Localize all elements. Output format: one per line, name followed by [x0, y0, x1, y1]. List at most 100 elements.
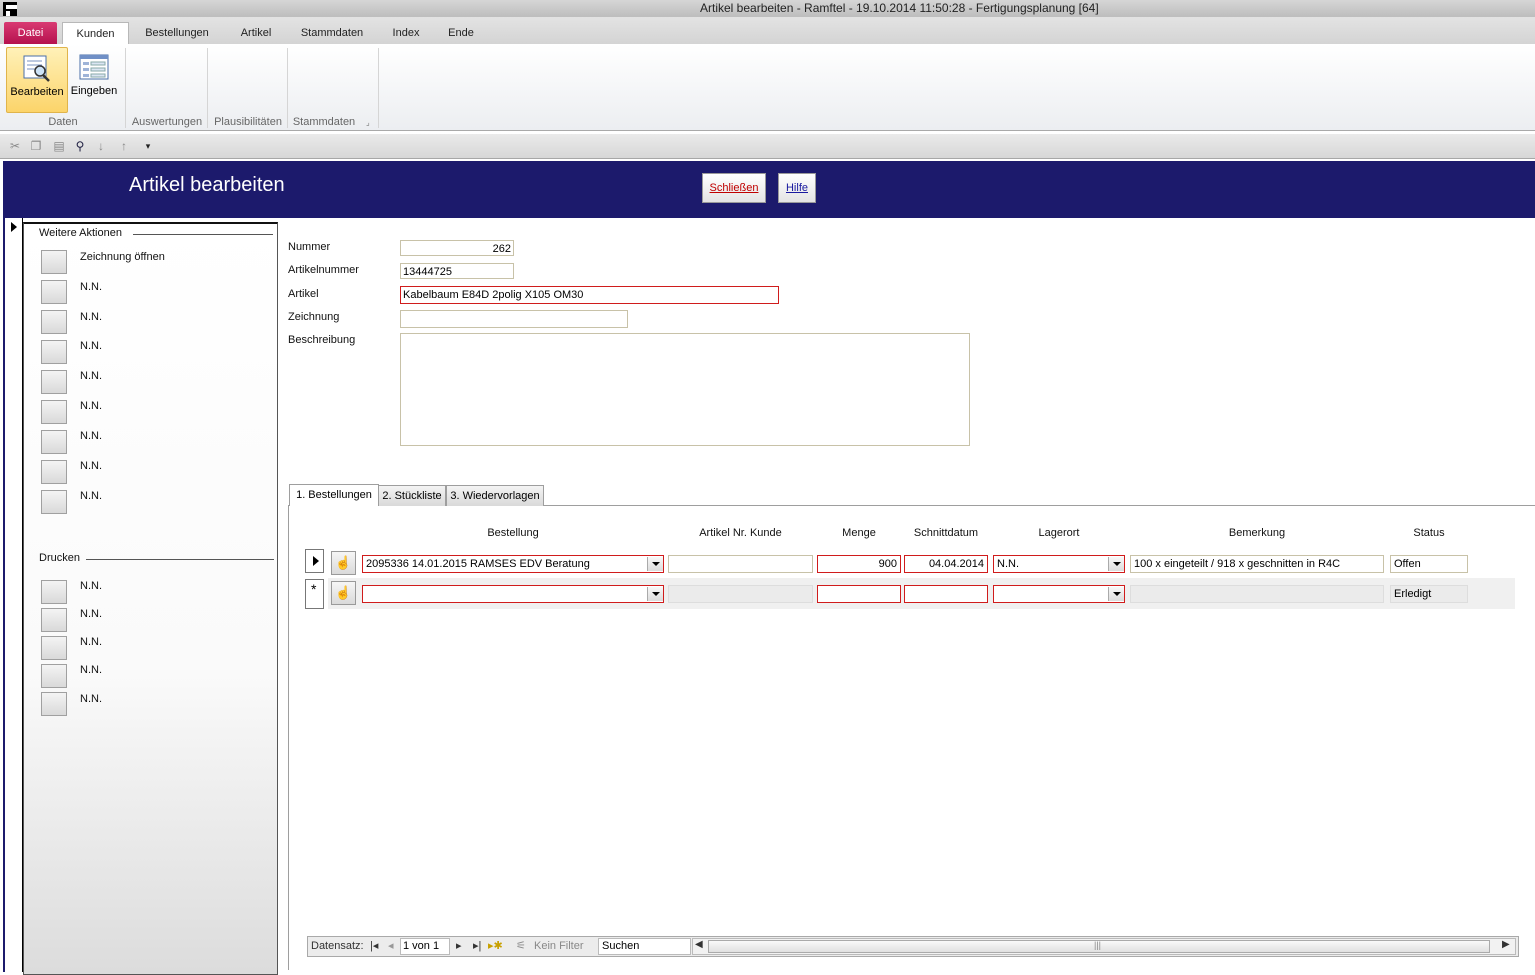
sort-asc-icon[interactable]: ↓	[94, 139, 108, 153]
open-order-button[interactable]: ☝	[331, 551, 356, 575]
dialog-launcher-icon[interactable]: ⌟	[366, 119, 374, 127]
new-record-asterisk: *	[311, 581, 317, 597]
first-record-icon[interactable]: |◂	[370, 938, 378, 954]
record-selector[interactable]	[5, 218, 23, 972]
print-label: N.N.	[80, 636, 102, 648]
zeichnung-field[interactable]	[400, 310, 628, 328]
lagerort-combo[interactable]: N.N.	[993, 555, 1125, 573]
divider	[133, 234, 273, 235]
tab-wiedervorlagen[interactable]: 3. Wiedervorlagen	[446, 485, 544, 506]
record-position-input[interactable]: 1 von 1	[400, 938, 450, 955]
eingeben-label: Eingeben	[70, 85, 118, 97]
menge-cell[interactable]: 900	[817, 555, 901, 573]
chevron-down-icon[interactable]	[1108, 557, 1124, 571]
filter-status[interactable]: Kein Filter	[534, 938, 584, 954]
scroll-left-icon[interactable]: ◀	[695, 937, 703, 953]
ribbon-tab-bestellungen[interactable]: Bestellungen	[135, 22, 219, 44]
paste-icon[interactable]: ▤	[52, 139, 66, 153]
action-button[interactable]	[41, 280, 67, 304]
artikelnummer-label: Artikelnummer	[288, 264, 359, 276]
ribbon-tab-artikel[interactable]: Artikel	[230, 22, 282, 44]
new-row-selector[interactable]: *	[305, 579, 324, 609]
schnittdatum-cell[interactable]: 04.04.2014	[904, 555, 988, 573]
schnittdatum-cell[interactable]	[904, 585, 988, 603]
help-button[interactable]: Hilfe	[778, 173, 816, 203]
artikel-nr-kunde-cell[interactable]	[668, 555, 813, 573]
chevron-down-icon[interactable]	[647, 587, 663, 601]
close-form-button[interactable]: Schließen	[702, 173, 766, 203]
previous-record-icon[interactable]: ◂	[388, 938, 394, 954]
ribbon-group-stammdaten: Stammdaten	[292, 116, 356, 128]
find-icon[interactable]: ⚲	[73, 139, 87, 153]
beschreibung-label: Beschreibung	[288, 334, 356, 346]
next-record-icon[interactable]: ▸	[456, 938, 462, 954]
app-logo-icon	[3, 2, 17, 16]
column-header-schnittdatum: Schnittdatum	[913, 527, 979, 539]
ribbon-tab-ende[interactable]: Ende	[440, 22, 482, 44]
action-button[interactable]	[41, 370, 67, 394]
chevron-down-icon[interactable]	[647, 557, 663, 571]
artikel-nr-kunde-cell[interactable]	[668, 585, 813, 603]
print-label: N.N.	[80, 580, 102, 592]
bestellung-combo[interactable]	[362, 585, 664, 603]
chevron-down-icon[interactable]	[1108, 587, 1124, 601]
sort-desc-icon[interactable]: ↑	[117, 139, 131, 153]
print-button[interactable]	[41, 664, 67, 688]
open-order-button[interactable]: ☝	[331, 581, 356, 605]
bestellung-combo[interactable]: 2095336 14.01.2015 RAMSES EDV Beratung	[362, 555, 664, 573]
tab-bestellungen[interactable]: 1. Bestellungen	[289, 484, 379, 506]
new-record-icon[interactable]: ▸✱	[488, 938, 503, 954]
beschreibung-field[interactable]	[400, 333, 970, 446]
ribbon-group-separator	[125, 48, 126, 128]
nummer-field[interactable]: 262	[400, 240, 514, 256]
action-label: N.N.	[80, 311, 102, 323]
artikelnummer-field[interactable]: 13444725	[400, 263, 514, 279]
cut-icon[interactable]: ✂	[8, 139, 22, 153]
open-drawing-button[interactable]	[41, 250, 67, 274]
action-label: N.N.	[80, 281, 102, 293]
action-button[interactable]	[41, 490, 67, 514]
customize-dropdown-icon[interactable]: ▾	[141, 139, 155, 153]
print-button[interactable]	[41, 580, 67, 604]
ribbon-group-auswertungen: Auswertungen	[131, 116, 203, 128]
quick-access-toolbar	[0, 134, 1535, 159]
action-button[interactable]	[41, 310, 67, 334]
print-button[interactable]	[41, 692, 67, 716]
actions-heading: Weitere Aktionen	[39, 227, 122, 239]
action-label: Zeichnung öffnen	[80, 251, 165, 263]
action-label: N.N.	[80, 490, 102, 502]
action-button[interactable]	[41, 430, 67, 454]
bemerkung-cell[interactable]	[1130, 585, 1384, 603]
menge-cell[interactable]	[817, 585, 901, 603]
artikel-label: Artikel	[288, 288, 319, 300]
copy-icon[interactable]: ❐	[29, 139, 43, 153]
scroll-right-icon[interactable]: ▶	[1502, 937, 1510, 953]
artikel-field[interactable]: Kabelbaum E84D 2polig X105 OM30	[400, 286, 779, 304]
action-label: N.N.	[80, 340, 102, 352]
last-record-icon[interactable]: ▸|	[473, 938, 481, 954]
ribbon-tab-index[interactable]: Index	[384, 22, 428, 44]
action-button[interactable]	[41, 340, 67, 364]
print-button[interactable]	[41, 608, 67, 632]
filter-icon[interactable]: ⚟	[516, 938, 526, 954]
bemerkung-cell[interactable]: 100 x eingeteilt / 918 x geschnitten in …	[1130, 555, 1384, 573]
lagerort-combo[interactable]	[993, 585, 1125, 603]
current-record-arrow-icon	[11, 222, 17, 232]
search-input[interactable]: Suchen	[598, 938, 691, 955]
tab-stueckliste[interactable]: 2. Stückliste	[378, 485, 446, 506]
tab-page-bestellungen	[288, 505, 1535, 970]
action-button[interactable]	[41, 400, 67, 424]
bearbeiten-button[interactable]: Bearbeiten	[6, 47, 68, 113]
hand-pointer-icon: ☝	[335, 585, 352, 600]
action-button[interactable]	[41, 460, 67, 484]
action-label: N.N.	[80, 460, 102, 472]
ribbon-tab-stammdaten[interactable]: Stammdaten	[292, 22, 372, 44]
eingeben-button[interactable]: Eingeben	[68, 47, 120, 111]
ribbon-group-separator	[287, 48, 288, 128]
edit-search-icon	[23, 55, 50, 82]
print-button[interactable]	[41, 636, 67, 660]
hand-pointer-icon: ☝	[335, 555, 352, 570]
ribbon-tab-kunden[interactable]: Kunden	[62, 22, 129, 46]
row-selector[interactable]	[305, 549, 324, 573]
ribbon-tab-datei[interactable]: Datei	[4, 22, 57, 44]
